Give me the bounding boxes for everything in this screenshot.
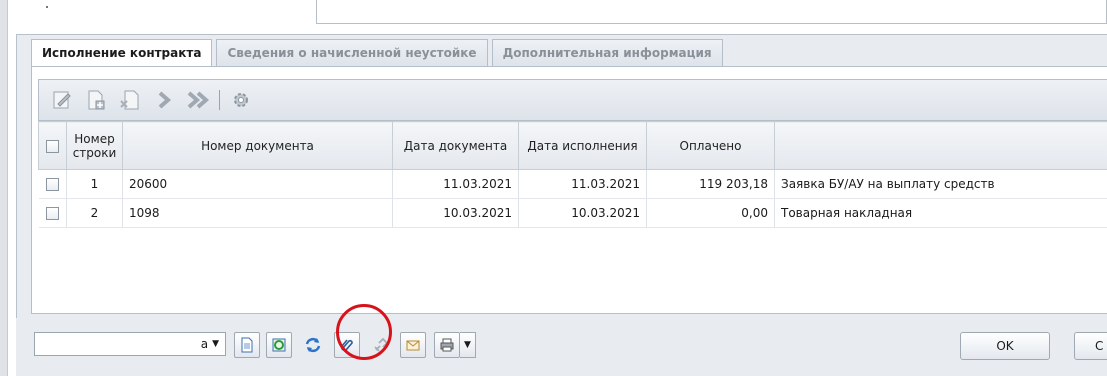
col-exec-date[interactable]: Дата исполнения xyxy=(518,121,647,170)
cell-row-number: 2 xyxy=(66,198,123,228)
settings-icon[interactable] xyxy=(226,85,256,115)
tab-additional-info[interactable]: Дополнительная информация xyxy=(491,39,723,67)
cell-exec-date: 10.03.2021 xyxy=(518,198,647,228)
row-checkbox-cell[interactable] xyxy=(38,198,67,228)
row-checkbox-cell[interactable] xyxy=(38,169,67,199)
col-doc-date[interactable]: Дата документа xyxy=(392,121,519,170)
cancel-button[interactable]: С xyxy=(1074,332,1107,360)
row-checkbox[interactable] xyxy=(45,178,59,191)
print-form-select[interactable]: а ▼ xyxy=(34,332,226,356)
printer-options-chevron-icon[interactable]: ▼ xyxy=(460,332,476,358)
sync-icon[interactable] xyxy=(300,332,326,358)
table-row[interactable]: 2 1098 10.03.2021 10.03.2021 0,00 Товарн… xyxy=(38,198,1107,228)
window-left-edge xyxy=(0,0,8,376)
tab-body: Номер строки Номер документа Дата докуме… xyxy=(31,66,1107,314)
cell-doc-type: Товарная накладная xyxy=(774,198,1107,228)
chevron-down-icon: ▼ xyxy=(212,339,219,349)
delete-document-icon[interactable] xyxy=(115,85,145,115)
select-all-checkbox[interactable] xyxy=(46,139,59,153)
highlight-circle xyxy=(336,304,392,360)
cell-doc-date: 10.03.2021 xyxy=(392,198,519,228)
grid-header-row: Номер строки Номер документа Дата докуме… xyxy=(38,121,1107,170)
print-form-select-value: а xyxy=(200,337,209,351)
cell-exec-date: 11.03.2021 xyxy=(518,169,647,199)
documents-grid: Номер строки Номер документа Дата докуме… xyxy=(38,121,1107,228)
edit-icon[interactable] xyxy=(47,85,77,115)
cell-paid: 119 203,18 xyxy=(646,169,775,199)
tab-penalty-info[interactable]: Сведения о начисленной неустойке xyxy=(216,39,488,67)
table-row[interactable]: 1 20600 11.03.2021 11.03.2021 119 203,18… xyxy=(38,169,1107,199)
grid-toolbar xyxy=(38,79,1107,121)
col-doc-type[interactable] xyxy=(774,121,1107,170)
document-icon[interactable] xyxy=(234,332,260,358)
top-input-field[interactable] xyxy=(316,0,1107,24)
col-row-number[interactable]: Номер строки xyxy=(66,121,123,170)
cell-doc-number: 20600 xyxy=(122,169,393,199)
dot-marker xyxy=(46,6,48,8)
cell-row-number: 1 xyxy=(66,169,123,199)
cell-paid: 0,00 xyxy=(646,198,775,228)
col-paid[interactable]: Оплачено xyxy=(646,121,775,170)
printer-icon[interactable] xyxy=(434,332,460,358)
toolbar-separator xyxy=(219,90,220,110)
next-icon[interactable] xyxy=(149,85,179,115)
last-icon[interactable] xyxy=(183,85,213,115)
select-all-checkbox-cell[interactable] xyxy=(38,121,67,170)
cell-doc-type: Заявка БУ/АУ на выплату средств xyxy=(774,169,1107,199)
col-doc-number[interactable]: Номер документа xyxy=(122,121,393,170)
tab-contract-execution[interactable]: Исполнение контракта xyxy=(31,39,213,68)
row-checkbox[interactable] xyxy=(45,207,59,220)
cell-doc-number: 1098 xyxy=(122,198,393,228)
add-document-icon[interactable] xyxy=(81,85,111,115)
ok-button[interactable]: OK xyxy=(960,332,1050,360)
envelope-icon[interactable] xyxy=(400,332,426,358)
bottom-button-bar: а ▼ ▼ OK С xyxy=(16,318,1107,376)
refresh-doc-icon[interactable] xyxy=(266,332,292,358)
cell-doc-date: 11.03.2021 xyxy=(392,169,519,199)
tab-strip: Исполнение контракта Сведения о начислен… xyxy=(31,39,727,68)
